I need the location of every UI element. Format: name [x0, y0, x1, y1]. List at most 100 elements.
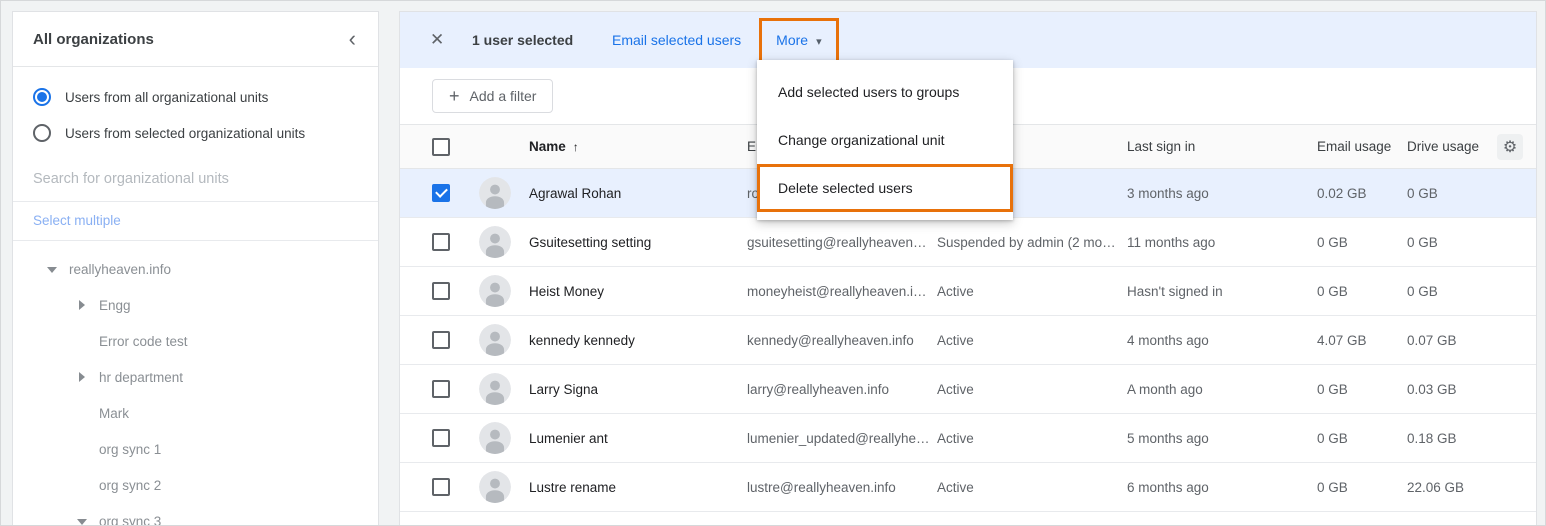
- more-button[interactable]: More ▾: [759, 18, 838, 63]
- user-status: Active: [937, 284, 1127, 299]
- row-checkbox[interactable]: [432, 331, 450, 349]
- tree-item-label: hr department: [99, 370, 183, 385]
- org-tree: reallyheaven.info Engg Error code test h…: [13, 241, 378, 526]
- user-email-usage: 0 GB: [1317, 382, 1407, 397]
- more-menu-item[interactable]: Change organizational unit: [757, 116, 1013, 164]
- user-last-sign-in: 4 months ago: [1127, 333, 1317, 348]
- row-checkbox[interactable]: [432, 380, 450, 398]
- tree-item-label: reallyheaven.info: [69, 262, 171, 277]
- select-all-checkbox[interactable]: [432, 138, 450, 156]
- add-filter-button[interactable]: + Add a filter: [432, 79, 553, 113]
- user-last-sign-in: Hasn't signed in: [1127, 284, 1317, 299]
- org-search-input[interactable]: Search for organizational units: [13, 165, 378, 202]
- radio-label: Users from all organizational units: [65, 90, 268, 105]
- sort-ascending-icon: ↑: [573, 140, 579, 154]
- radio-label: Users from selected organizational units: [65, 126, 305, 141]
- table-row[interactable]: Gsuitesetting setting gsuitesetting@real…: [400, 218, 1536, 267]
- table-row[interactable]: Lustre rename lustre@reallyheaven.info A…: [400, 463, 1536, 512]
- column-header-drive-usage[interactable]: Drive usage: [1407, 139, 1497, 154]
- org-scope-radio[interactable]: Users from all organizational units: [33, 79, 358, 115]
- more-menu-item[interactable]: Add selected users to groups: [757, 68, 1013, 116]
- user-name: Lustre rename: [529, 480, 747, 495]
- table-row[interactable]: Lumenier ant lumenier_updated@reallyhe… …: [400, 414, 1536, 463]
- user-name: Lumenier ant: [529, 431, 747, 446]
- org-tree-item[interactable]: org sync 1: [13, 431, 378, 467]
- row-checkbox[interactable]: [432, 429, 450, 447]
- radio-icon[interactable]: [33, 124, 51, 142]
- org-tree-item[interactable]: org sync 3: [13, 503, 378, 526]
- user-email-usage: 0.02 GB: [1317, 186, 1407, 201]
- user-name: Heist Money: [529, 284, 747, 299]
- tree-expand-icon[interactable]: [77, 300, 87, 310]
- admin-users-screen: All organizations ‹ Users from all organ…: [0, 0, 1546, 526]
- user-last-sign-in: 11 months ago: [1127, 235, 1317, 250]
- table-row[interactable]: kennedy kennedy kennedy@reallyheaven.inf…: [400, 316, 1536, 365]
- column-header-email-usage[interactable]: Email usage: [1317, 139, 1407, 154]
- select-multiple-link[interactable]: Select multiple: [33, 213, 121, 228]
- org-scope-radio-group: Users from all organizational units User…: [13, 67, 378, 165]
- tree-item-label: org sync 1: [99, 442, 161, 457]
- org-scope-radio[interactable]: Users from selected organizational units: [33, 115, 358, 151]
- more-dropdown-menu: Add selected users to groups Change orga…: [757, 60, 1013, 220]
- user-email-usage: 4.07 GB: [1317, 333, 1407, 348]
- sidebar-header: All organizations ‹: [13, 12, 378, 67]
- user-email: gsuitesetting@reallyheaven…: [747, 235, 937, 250]
- user-status: Active: [937, 382, 1127, 397]
- tree-item-label: org sync 2: [99, 478, 161, 493]
- tree-expand-icon[interactable]: [47, 264, 57, 274]
- user-status: Suspended by admin (2 mo…: [937, 235, 1127, 250]
- row-checkbox[interactable]: [432, 478, 450, 496]
- row-checkbox[interactable]: [432, 282, 450, 300]
- tree-item-label: Error code test: [99, 334, 188, 349]
- select-multiple-row: Select multiple: [13, 202, 378, 241]
- chevron-down-icon: ▾: [816, 35, 822, 48]
- table-row[interactable]: Heist Money moneyheist@reallyheaven.i… A…: [400, 267, 1536, 316]
- plus-icon: +: [449, 87, 460, 105]
- user-name: Agrawal Rohan: [529, 186, 747, 201]
- user-status: Active: [937, 333, 1127, 348]
- user-email: larry@reallyheaven.info: [747, 382, 937, 397]
- org-tree-item[interactable]: Error code test: [13, 323, 378, 359]
- user-name: Gsuitesetting setting: [529, 235, 747, 250]
- collapse-sidebar-icon[interactable]: ‹: [343, 28, 362, 50]
- user-drive-usage: 0 GB: [1407, 186, 1497, 201]
- avatar: [479, 324, 511, 356]
- user-drive-usage: 0.07 GB: [1407, 333, 1497, 348]
- org-tree-item[interactable]: Mark: [13, 395, 378, 431]
- user-name: kennedy kennedy: [529, 333, 747, 348]
- user-email: kennedy@reallyheaven.info: [747, 333, 937, 348]
- user-email-usage: 0 GB: [1317, 235, 1407, 250]
- user-last-sign-in: 6 months ago: [1127, 480, 1317, 495]
- org-tree-item[interactable]: Engg: [13, 287, 378, 323]
- user-status: Active: [937, 480, 1127, 495]
- more-menu-item[interactable]: Delete selected users: [757, 164, 1013, 212]
- user-drive-usage: 0 GB: [1407, 284, 1497, 299]
- column-header-name[interactable]: Name↑: [529, 139, 747, 154]
- user-email-usage: 0 GB: [1317, 284, 1407, 299]
- org-sidebar: All organizations ‹ Users from all organ…: [12, 11, 379, 526]
- column-settings-icon[interactable]: ⚙: [1497, 134, 1523, 160]
- user-status: Active: [937, 431, 1127, 446]
- user-last-sign-in: A month ago: [1127, 382, 1317, 397]
- org-tree-item[interactable]: reallyheaven.info: [13, 251, 378, 287]
- table-row[interactable]: Larry Signa larry@reallyheaven.info Acti…: [400, 365, 1536, 414]
- clear-selection-icon[interactable]: ✕: [430, 30, 446, 50]
- radio-icon[interactable]: [33, 88, 51, 106]
- email-selected-users-link[interactable]: Email selected users: [612, 32, 741, 48]
- row-checkbox[interactable]: [432, 233, 450, 251]
- user-drive-usage: 0.18 GB: [1407, 431, 1497, 446]
- table-body: Agrawal Rohan rohan@reallyheaven.info Ac…: [400, 169, 1536, 512]
- avatar: [479, 275, 511, 307]
- avatar: [479, 471, 511, 503]
- user-drive-usage: 22.06 GB: [1407, 480, 1497, 495]
- row-checkbox[interactable]: [432, 184, 450, 202]
- tree-expand-icon[interactable]: [77, 516, 87, 526]
- column-header-last-sign-in[interactable]: Last sign in: [1127, 139, 1317, 154]
- avatar: [479, 373, 511, 405]
- org-tree-item[interactable]: org sync 2: [13, 467, 378, 503]
- org-tree-item[interactable]: hr department: [13, 359, 378, 395]
- user-email: moneyheist@reallyheaven.i…: [747, 284, 937, 299]
- tree-item-label: Engg: [99, 298, 131, 313]
- tree-expand-icon[interactable]: [77, 372, 87, 382]
- user-email-usage: 0 GB: [1317, 431, 1407, 446]
